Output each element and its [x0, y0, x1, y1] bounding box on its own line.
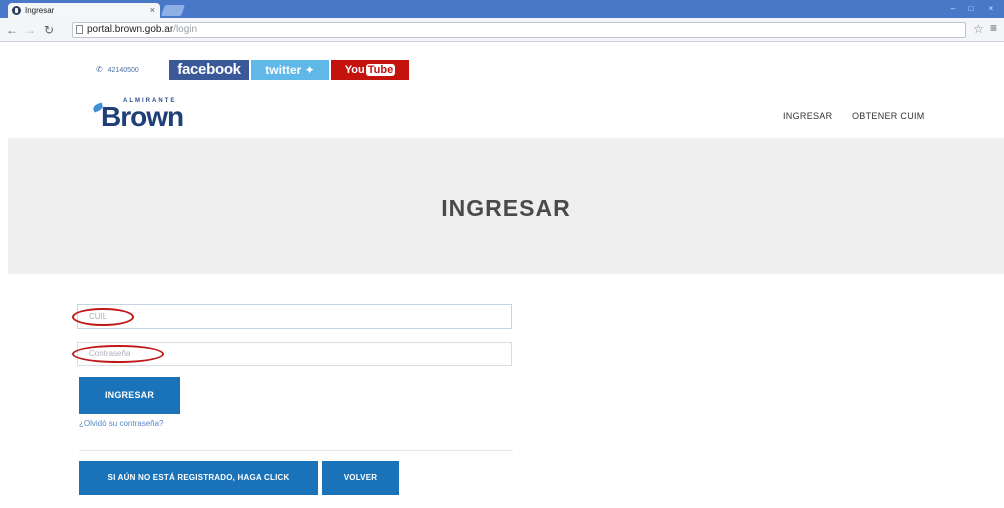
maximize-icon[interactable]: □ [964, 2, 978, 15]
site-logo[interactable]: ALMIRANTE Brown [92, 98, 203, 134]
bookmark-star-icon[interactable]: ☆ [973, 22, 984, 36]
tab-title: Ingresar [25, 6, 55, 15]
divider [79, 450, 513, 451]
twitter-bird-icon: ✦ [304, 63, 315, 77]
phone-contact: ✆ 42140500 [96, 65, 139, 74]
youtube-you: You [344, 64, 365, 76]
page-icon [76, 25, 83, 34]
browser-menu-icon[interactable]: ≡ [990, 21, 997, 35]
phone-number: 42140500 [107, 67, 139, 74]
tab-close-icon[interactable]: × [150, 5, 155, 15]
site-favicon-icon [12, 6, 21, 15]
register-button[interactable]: SI AÚN NO ESTÁ REGISTRADO, HAGA CLICK [79, 461, 318, 495]
youtube-link[interactable]: You Tube [331, 60, 409, 80]
twitter-link[interactable]: twitter ✦ [251, 60, 329, 80]
minimize-icon[interactable]: – [946, 2, 960, 15]
page-hero: INGRESAR [8, 138, 1004, 274]
forward-arrow-icon[interactable]: → [24, 22, 36, 38]
back-button[interactable]: VOLVER [322, 461, 399, 495]
new-tab-button[interactable] [160, 5, 186, 16]
cuil-input[interactable]: CUIL [77, 304, 512, 329]
youtube-tube: Tube [365, 64, 396, 76]
phone-icon: ✆ [96, 65, 103, 74]
url-path: /login [173, 24, 198, 35]
forgot-password-link[interactable]: ¿Olvidó su contraseña? [79, 419, 164, 428]
logo-title: Brown [101, 101, 184, 132]
browser-toolbar: ← → ↻ portal.brown.gob.ar/login ☆ ≡ [0, 18, 1004, 42]
window-close-icon[interactable]: × [984, 2, 998, 15]
url-host: portal.brown.gob.ar [87, 24, 174, 35]
twitter-label: twitter [265, 63, 302, 77]
page-title: INGRESAR [441, 195, 571, 221]
login-button[interactable]: INGRESAR [79, 377, 180, 414]
annotation-circle-password [72, 345, 164, 363]
facebook-link[interactable]: facebook [169, 60, 249, 80]
back-arrow-icon[interactable]: ← [6, 22, 18, 38]
address-bar[interactable]: portal.brown.gob.ar/login [72, 22, 966, 38]
browser-tabstrip: Ingresar × – □ × [0, 0, 1004, 18]
reload-icon[interactable]: ↻ [44, 22, 54, 38]
nav-ingresar[interactable]: INGRESAR [783, 111, 832, 121]
browser-tab[interactable]: Ingresar × [8, 3, 160, 18]
annotation-circle-cuil [72, 308, 134, 326]
nav-obtener-cuim[interactable]: OBTENER CUIM [852, 111, 925, 121]
